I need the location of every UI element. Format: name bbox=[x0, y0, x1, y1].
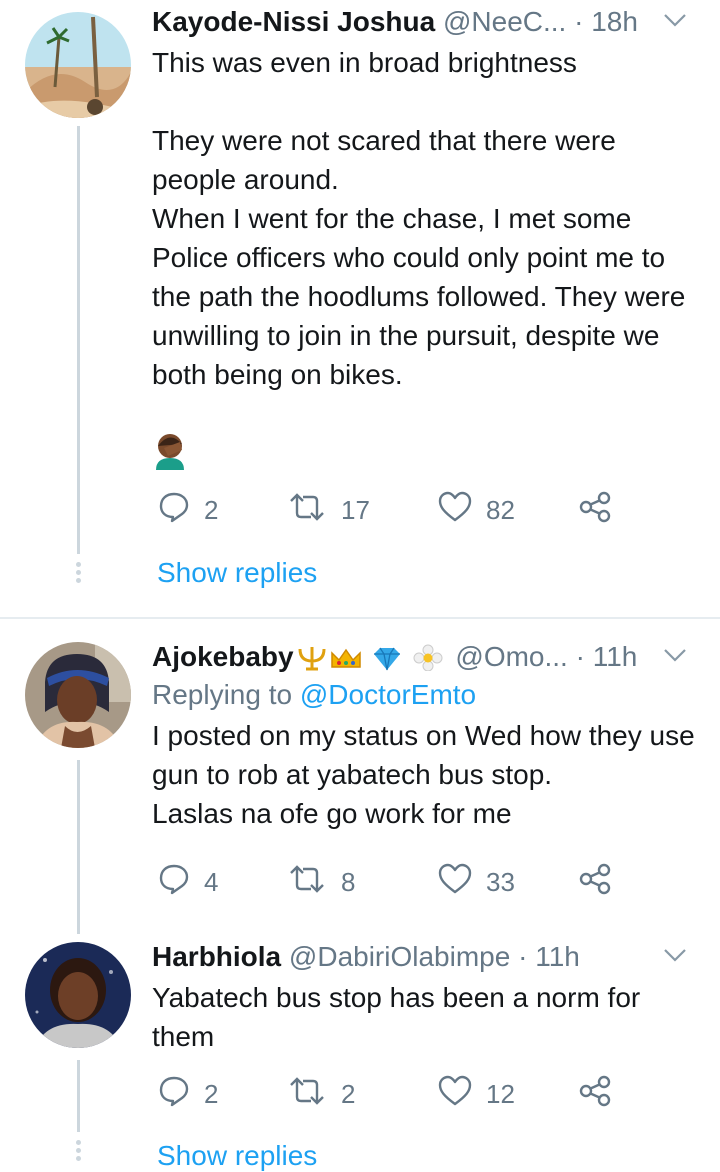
thread-dots bbox=[76, 1140, 82, 1164]
retweet-icon bbox=[287, 863, 341, 902]
user-handle[interactable]: @NeeC... bbox=[443, 6, 566, 37]
user-handle[interactable]: @DabiriOlabimpe bbox=[289, 941, 510, 972]
reply-button[interactable]: 2 bbox=[158, 1074, 218, 1114]
retweet-icon bbox=[287, 1075, 341, 1114]
display-name[interactable]: Harbhiola bbox=[152, 941, 281, 972]
display-name[interactable]: Ajokebaby bbox=[152, 641, 294, 672]
avatar[interactable] bbox=[25, 642, 131, 748]
replying-to: Replying to @DoctorEmto bbox=[152, 676, 698, 714]
show-replies-link[interactable]: Show replies bbox=[157, 1140, 317, 1172]
chevron-down-icon[interactable] bbox=[662, 642, 688, 676]
chevron-down-icon[interactable] bbox=[662, 942, 688, 976]
crown-emoji bbox=[330, 648, 361, 668]
like-button[interactable]: 33 bbox=[438, 862, 515, 902]
display-name-emojis bbox=[294, 641, 448, 672]
like-count: 12 bbox=[486, 1078, 515, 1109]
facepalm-emoji bbox=[152, 432, 188, 470]
reply-count: 4 bbox=[204, 866, 219, 897]
like-count: 82 bbox=[486, 494, 515, 525]
flower-emoji bbox=[413, 644, 443, 672]
tweet-actions: 4 8 33 bbox=[152, 862, 622, 902]
share-button[interactable] bbox=[578, 1074, 626, 1114]
avatar[interactable] bbox=[25, 942, 131, 1048]
thread-line bbox=[77, 1060, 80, 1132]
like-count: 33 bbox=[486, 866, 515, 897]
reply-count: 2 bbox=[204, 1078, 219, 1109]
retweet-button[interactable]: 8 bbox=[287, 862, 355, 902]
timestamp[interactable]: · 11h bbox=[576, 641, 638, 672]
tweet-header: Ajokebaby @Omo... · 11h bbox=[152, 640, 698, 674]
reply-icon bbox=[158, 1075, 204, 1114]
gem-emoji bbox=[373, 647, 400, 671]
tweet-actions: 2 17 82 bbox=[152, 490, 622, 530]
timestamp[interactable]: · 18h bbox=[574, 6, 638, 37]
reply-icon bbox=[158, 863, 204, 902]
retweet-button[interactable]: 17 bbox=[287, 490, 370, 530]
retweet-button[interactable]: 2 bbox=[287, 1074, 355, 1114]
tweet-3[interactable]: Harbhiola @DabiriOlabimpe · 11h Yabatech… bbox=[0, 932, 720, 1172]
tweet-actions: 2 2 12 bbox=[152, 1074, 622, 1114]
share-icon bbox=[578, 1075, 626, 1114]
display-name[interactable]: Kayode-Nissi Joshua bbox=[152, 6, 435, 37]
like-button[interactable]: 82 bbox=[438, 490, 515, 530]
reply-count: 2 bbox=[204, 494, 219, 525]
replying-prefix: Replying to bbox=[152, 679, 293, 710]
share-button[interactable] bbox=[578, 490, 626, 530]
thread-line bbox=[77, 126, 80, 554]
thread-line bbox=[77, 760, 80, 934]
tweet-2[interactable]: Ajokebaby @Omo... · 11h Replying to @Doc… bbox=[0, 620, 720, 934]
share-button[interactable] bbox=[578, 862, 626, 902]
like-button[interactable]: 12 bbox=[438, 1074, 515, 1114]
tweet-1[interactable]: Kayode-Nissi Joshua @NeeC... · 18h This … bbox=[0, 0, 720, 618]
reply-button[interactable]: 2 bbox=[158, 490, 218, 530]
divider bbox=[0, 617, 720, 619]
tweet-header: Harbhiola @DabiriOlabimpe · 11h bbox=[152, 940, 698, 974]
tweet-text: Yabatech bus stop has been a norm for th… bbox=[152, 982, 649, 1052]
user-handle[interactable]: @Omo... bbox=[455, 641, 567, 672]
chevron-down-icon[interactable] bbox=[662, 7, 688, 41]
retweet-icon bbox=[287, 491, 341, 530]
thread-dots bbox=[76, 562, 82, 586]
tweet-text: I posted on my status on Wed how they us… bbox=[152, 720, 695, 829]
like-icon bbox=[438, 1075, 486, 1114]
reply-button[interactable]: 4 bbox=[158, 862, 218, 902]
tweet-text: This was even in broad brightness They w… bbox=[152, 47, 686, 390]
share-icon bbox=[578, 491, 626, 530]
replying-to-handle[interactable]: @DoctorEmto bbox=[300, 679, 476, 710]
like-icon bbox=[438, 863, 486, 902]
retweet-count: 8 bbox=[341, 866, 356, 897]
avatar[interactable] bbox=[25, 12, 131, 118]
retweet-count: 2 bbox=[341, 1078, 356, 1109]
show-replies-link[interactable]: Show replies bbox=[157, 557, 317, 589]
tweet-header: Kayode-Nissi Joshua @NeeC... · 18h bbox=[152, 5, 698, 39]
like-icon bbox=[438, 491, 486, 530]
reply-icon bbox=[158, 491, 204, 530]
timestamp[interactable]: · 11h bbox=[518, 941, 580, 972]
trident-emoji bbox=[298, 647, 326, 671]
retweet-count: 17 bbox=[341, 494, 370, 525]
share-icon bbox=[578, 863, 626, 902]
